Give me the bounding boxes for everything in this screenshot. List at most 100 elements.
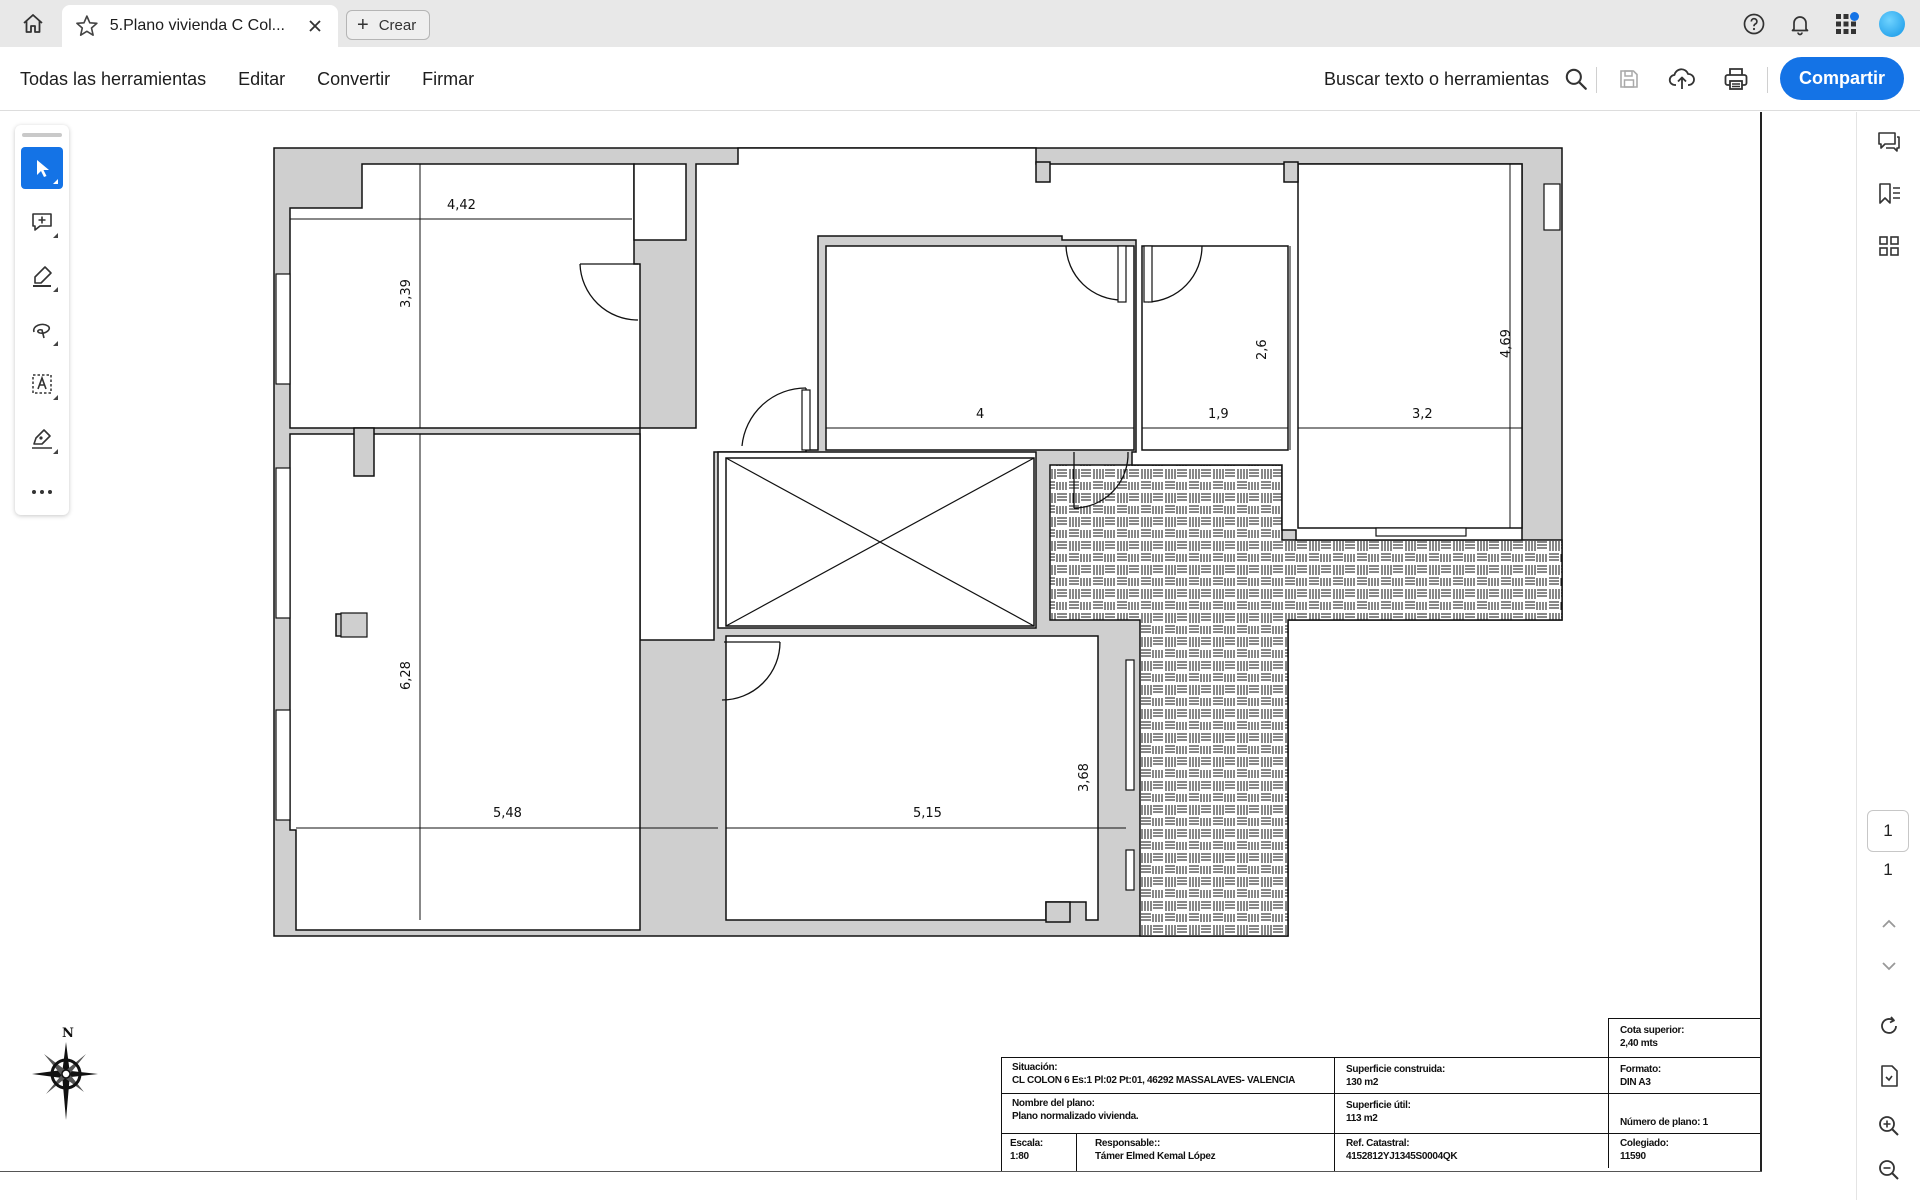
zoom-out-button[interactable] bbox=[1873, 1154, 1905, 1186]
text-box-icon bbox=[32, 374, 52, 394]
menu-edit[interactable]: Editar bbox=[238, 69, 285, 90]
highlight-tool[interactable] bbox=[21, 255, 63, 297]
grid-icon bbox=[1879, 236, 1899, 256]
comments-panel-button[interactable] bbox=[1873, 126, 1905, 158]
dim-5-15: 5,15 bbox=[913, 806, 942, 821]
toolbar-divider bbox=[1596, 67, 1597, 93]
print-button[interactable] bbox=[1720, 63, 1752, 95]
select-tool[interactable] bbox=[21, 147, 63, 189]
colegiado-value: 11590 bbox=[1620, 1151, 1646, 1162]
superficie-util-label: Superficie útil: bbox=[1346, 1100, 1411, 1111]
search-tools[interactable]: Buscar texto o herramientas bbox=[1324, 47, 1589, 111]
situacion-label: Situación: bbox=[1012, 1062, 1058, 1073]
north-compass-icon: N bbox=[32, 1026, 98, 1120]
help-icon bbox=[1743, 13, 1765, 35]
responsable-label: Responsable:: bbox=[1095, 1138, 1161, 1149]
dim-5-48: 5,48 bbox=[493, 806, 522, 821]
text-select-tool[interactable] bbox=[21, 363, 63, 405]
numero-plano: Número de plano: 1 bbox=[1620, 1117, 1708, 1128]
page-tools-button[interactable] bbox=[1873, 1060, 1905, 1092]
tab-bar: 5.Plano vivienda C Col... + Crear bbox=[0, 0, 1920, 47]
superficie-construida-label: Superficie construida: bbox=[1346, 1064, 1445, 1075]
situacion-value: CL COLON 6 Es:1 Pl:02 Pt:01, 46292 MASSA… bbox=[1012, 1075, 1296, 1086]
dim-2-6: 2,6 bbox=[1255, 339, 1270, 360]
home-button[interactable] bbox=[14, 10, 52, 38]
upload-button[interactable] bbox=[1666, 63, 1698, 95]
search-icon bbox=[1565, 68, 1587, 90]
home-icon bbox=[23, 14, 43, 33]
freehand-draw-icon bbox=[32, 323, 51, 339]
bookmarks-panel-button[interactable] bbox=[1873, 178, 1905, 210]
dim-4: 4 bbox=[976, 407, 985, 422]
cota-value: 2,40 mts bbox=[1620, 1038, 1658, 1049]
menu-sign[interactable]: Firmar bbox=[422, 69, 474, 90]
palette-drag-handle[interactable] bbox=[22, 133, 62, 137]
save-button[interactable] bbox=[1613, 63, 1645, 95]
toolbar-divider-2 bbox=[1767, 67, 1768, 93]
apps-button[interactable] bbox=[1832, 10, 1860, 38]
more-tools-button[interactable] bbox=[21, 471, 63, 513]
main-toolbar: Todas las herramientas Editar Convertir … bbox=[0, 47, 1920, 111]
formato-value: DIN A3 bbox=[1620, 1077, 1651, 1088]
rotate-button[interactable] bbox=[1873, 1010, 1905, 1042]
notifications-button[interactable] bbox=[1786, 10, 1814, 38]
star-icon[interactable] bbox=[74, 13, 100, 39]
current-page-input[interactable]: 1 bbox=[1867, 810, 1909, 852]
zoom-in-icon bbox=[1879, 1116, 1899, 1136]
page-edge bbox=[1760, 112, 1762, 1172]
document-viewport[interactable]: 4,42 3,39 4 1,9 2,6 3,2 4,69 6,28 5,48 5… bbox=[0, 112, 1760, 1200]
floor-plan-drawing bbox=[273, 147, 1563, 937]
share-button[interactable]: Compartir bbox=[1780, 57, 1904, 100]
refresh-rotate-icon bbox=[1881, 1016, 1897, 1034]
add-comment-tool[interactable] bbox=[21, 201, 63, 243]
search-label: Buscar texto o herramientas bbox=[1324, 68, 1550, 89]
page-edge-bottom bbox=[0, 1171, 1762, 1172]
menu-all-tools[interactable]: Todas las herramientas bbox=[20, 69, 206, 90]
formato-label: Formato: bbox=[1620, 1064, 1661, 1075]
save-icon bbox=[1620, 70, 1638, 88]
nombre-plano-value: Plano normalizado vivienda. bbox=[1012, 1111, 1139, 1122]
dim-6-28: 6,28 bbox=[399, 661, 414, 690]
colegiado-label: Colegiado: bbox=[1620, 1138, 1669, 1149]
next-page-button[interactable] bbox=[1873, 950, 1905, 982]
thumbnails-panel-button[interactable] bbox=[1873, 230, 1905, 262]
bell-icon bbox=[1791, 16, 1809, 36]
more-horizontal-icon bbox=[32, 490, 52, 494]
pen-sign-icon bbox=[32, 429, 52, 449]
dim-4-69: 4,69 bbox=[1499, 329, 1514, 358]
zoom-in-button[interactable] bbox=[1873, 1110, 1905, 1142]
document-tab[interactable]: 5.Plano vivienda C Col... bbox=[62, 5, 338, 47]
help-button[interactable] bbox=[1740, 10, 1768, 38]
top-menu: Todas las herramientas Editar Convertir … bbox=[20, 47, 474, 111]
top-right-icons bbox=[1740, 10, 1906, 38]
ref-catastral-value: 4152812YJ1345S0004QK bbox=[1346, 1151, 1458, 1162]
nombre-plano-label: Nombre del plano: bbox=[1012, 1098, 1095, 1109]
document-page-icon bbox=[1881, 1065, 1898, 1087]
superficie-util-value: 113 m2 bbox=[1346, 1113, 1378, 1124]
right-panel-rail: 1 1 bbox=[1856, 112, 1920, 1200]
chevron-up-icon bbox=[1882, 919, 1896, 928]
close-tab-button[interactable] bbox=[304, 15, 326, 37]
menu-convert[interactable]: Convertir bbox=[317, 69, 390, 90]
escala-value: 1:80 bbox=[1010, 1151, 1029, 1162]
previous-page-button[interactable] bbox=[1873, 908, 1905, 940]
comment-plus-icon bbox=[32, 213, 52, 231]
chevron-down-icon bbox=[1882, 962, 1896, 971]
draw-tool[interactable] bbox=[21, 309, 63, 351]
highlighter-icon bbox=[33, 266, 52, 287]
notification-dot bbox=[1850, 12, 1859, 21]
total-pages: 1 bbox=[1883, 860, 1893, 879]
quick-tools-palette bbox=[15, 125, 69, 515]
dim-1-9: 1,9 bbox=[1208, 407, 1229, 422]
sign-tool[interactable] bbox=[21, 417, 63, 459]
responsable-value: Támer Elmed Kemal López bbox=[1095, 1151, 1216, 1162]
tab-title: 5.Plano vivienda C Col... bbox=[109, 17, 285, 34]
comments-icon bbox=[1878, 132, 1900, 152]
zoom-out-icon bbox=[1879, 1160, 1899, 1180]
create-label: Crear bbox=[378, 16, 417, 34]
profile-button[interactable] bbox=[1878, 10, 1906, 38]
create-button[interactable]: + Crear bbox=[346, 10, 430, 40]
ref-catastral-label: Ref. Catastral: bbox=[1346, 1138, 1410, 1149]
cota-label: Cota superior: bbox=[1620, 1025, 1685, 1036]
close-icon bbox=[309, 20, 321, 32]
